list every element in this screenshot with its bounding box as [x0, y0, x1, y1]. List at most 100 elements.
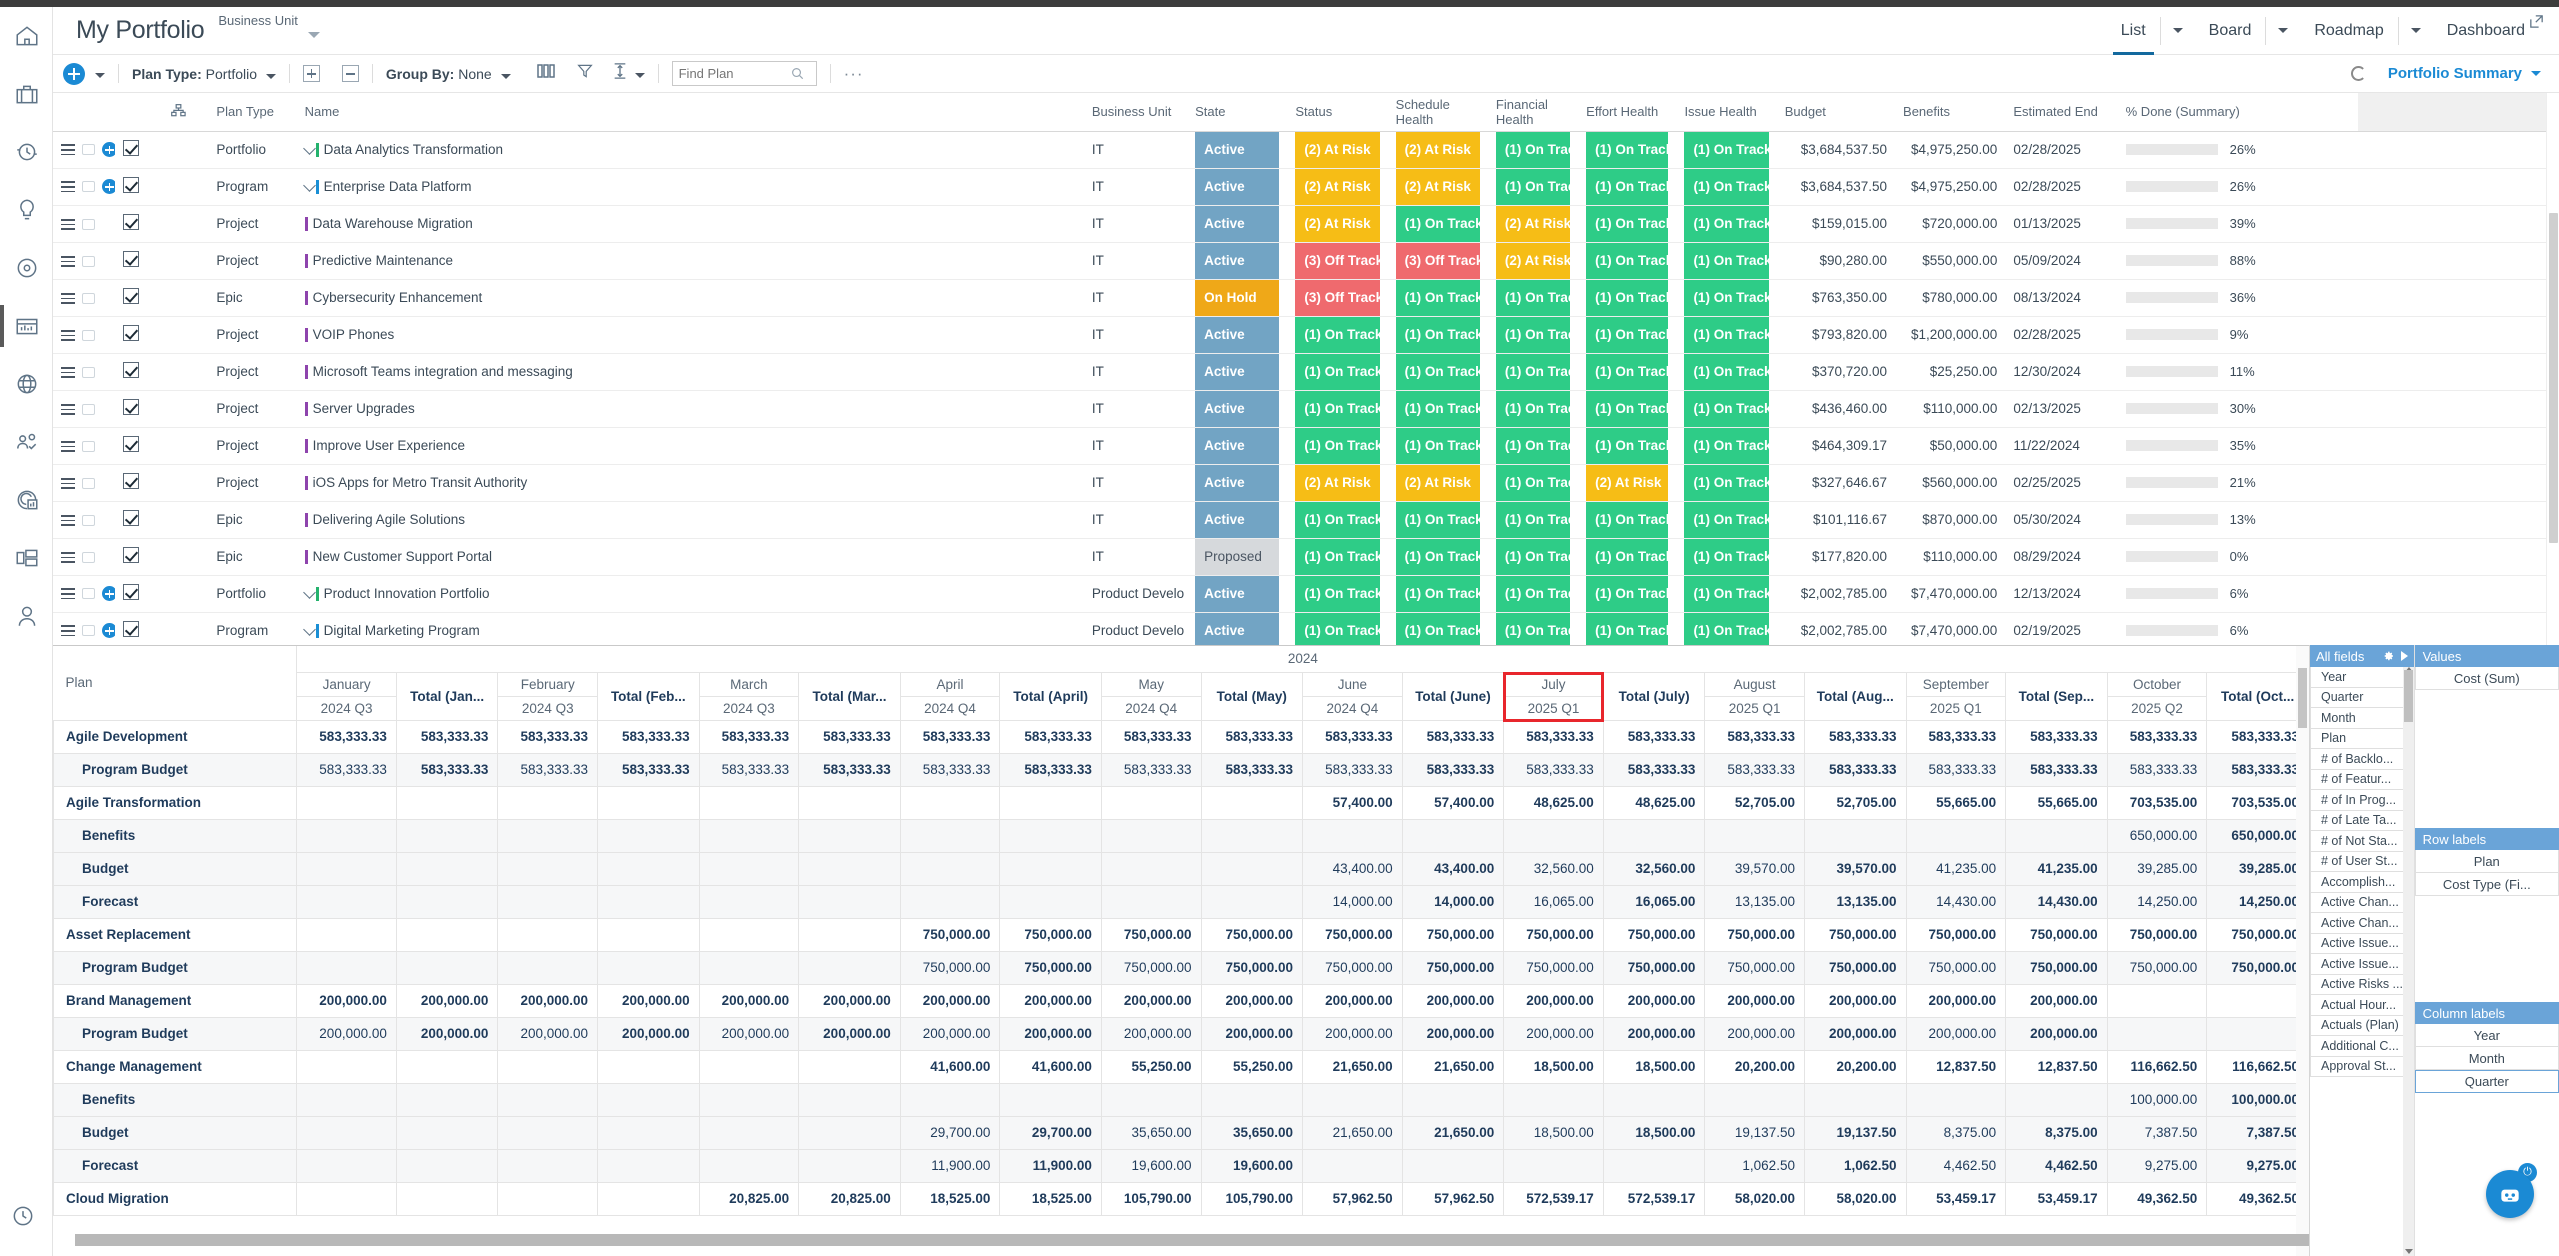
column-labels-empty-space[interactable]: [2415, 1093, 2559, 1256]
home-icon[interactable]: [0, 7, 53, 65]
row-checkbox[interactable]: [123, 547, 140, 563]
pivot-month-january[interactable]: January: [296, 671, 397, 697]
field-item[interactable]: Active Chan...: [2310, 913, 2414, 934]
row-checkbox[interactable]: [123, 436, 140, 452]
cell-name[interactable]: New Customer Support Portal: [296, 538, 1084, 576]
row-add-icon[interactable]: [102, 586, 116, 602]
pivot-row[interactable]: Brand Management 200,000.00 200,000.00 200,…: [53, 983, 2309, 1018]
chevron-down-icon[interactable]: [2531, 71, 2541, 76]
row-checkbox-cell[interactable]: [115, 538, 164, 576]
add-plan-button[interactable]: [63, 62, 85, 85]
row-checkbox[interactable]: [123, 325, 140, 341]
expand-all-button[interactable]: [302, 65, 320, 82]
row-checkbox[interactable]: [123, 362, 140, 378]
table-row[interactable]: Portfolio Data Analytics Transformation IT…: [53, 131, 2559, 169]
field-item[interactable]: Accomplish...: [2310, 872, 2414, 893]
row-checkbox[interactable]: [123, 251, 140, 267]
pivot-month-july[interactable]: July: [1503, 671, 1604, 697]
row-checkbox-cell[interactable]: [115, 612, 164, 645]
pivot-row[interactable]: Cloud Migration 20,825.00 20,825.00 18,525.…: [53, 1181, 2309, 1216]
column-label-field[interactable]: Month: [2414, 1047, 2559, 1070]
field-item[interactable]: Active Risks ...: [2310, 974, 2414, 995]
row-checkbox[interactable]: [123, 288, 140, 304]
pivot-row[interactable]: Forecast 11,900.00 11,900.00 19,600.00 19,60…: [53, 1148, 2309, 1183]
fields-scrollbar[interactable]: [2402, 667, 2414, 1256]
pivot-row[interactable]: Benefits 100,000.00 100,000.00: [53, 1082, 2309, 1117]
col-financial-health[interactable]: Financial Health: [1487, 93, 1579, 132]
row-menu-icon[interactable]: [61, 329, 75, 341]
add-plan-dropdown-icon[interactable]: [95, 65, 105, 83]
tab-board[interactable]: Board: [2195, 7, 2266, 55]
row-checkbox-cell[interactable]: [115, 168, 164, 206]
row-checkbox-cell[interactable]: [115, 464, 164, 502]
row-checkbox[interactable]: [123, 214, 140, 230]
pivot-row[interactable]: Asset Replacement 750,000.00 750,000.00 750…: [53, 917, 2309, 952]
table-row[interactable]: Program Digital Marketing Program Product …: [53, 612, 2559, 645]
row-label-field[interactable]: Plan: [2414, 850, 2559, 873]
cell-name[interactable]: Data Warehouse Migration: [296, 205, 1084, 243]
pivot-total-header[interactable]: Total (Feb...: [597, 671, 700, 721]
table-row[interactable]: Epic Delivering Agile Solutions IT Active (1…: [53, 501, 2559, 539]
row-checkbox[interactable]: [123, 177, 140, 193]
comment-icon[interactable]: [82, 366, 95, 378]
field-item[interactable]: Plan: [2310, 728, 2414, 749]
pivot-total-header[interactable]: Total (Jan...: [395, 671, 499, 721]
pivot-row[interactable]: Agile Development 583,333.33 583,333.33 583…: [53, 719, 2309, 754]
pivot-total-header[interactable]: Total (Sep...: [2005, 671, 2108, 721]
portfolio-summary-link[interactable]: Portfolio Summary: [2388, 65, 2522, 82]
cell-name[interactable]: Server Upgrades: [296, 390, 1084, 428]
field-item[interactable]: Active Chan...: [2310, 892, 2414, 913]
column-label-field[interactable]: Year: [2414, 1024, 2559, 1047]
row-menu-icon[interactable]: [61, 366, 75, 378]
col-state[interactable]: State: [1187, 93, 1288, 132]
chevron-down-icon[interactable]: [302, 623, 316, 637]
field-item[interactable]: Active Issue...: [2310, 954, 2414, 975]
more-options-button[interactable]: ···: [844, 64, 864, 84]
cell-name[interactable]: Digital Marketing Program: [296, 612, 1084, 645]
columns-icon[interactable]: [536, 64, 555, 83]
comment-icon[interactable]: [82, 292, 95, 304]
refresh-icon[interactable]: [2350, 66, 2366, 81]
field-item[interactable]: Year: [2310, 667, 2414, 688]
field-item[interactable]: # of Featur...: [2310, 769, 2414, 790]
layout-icon[interactable]: [0, 529, 53, 587]
filter-icon[interactable]: [576, 63, 593, 84]
row-checkbox-cell[interactable]: [115, 279, 164, 317]
tab-roadmap[interactable]: Roadmap: [2300, 7, 2397, 55]
field-item[interactable]: Additional C...: [2310, 1036, 2414, 1057]
header-dropdown-caret[interactable]: [307, 25, 320, 43]
comment-icon[interactable]: [82, 218, 95, 230]
values-zone[interactable]: Cost (Sum): [2414, 667, 2559, 690]
scrollbar-thumb[interactable]: [2549, 213, 2558, 543]
clock-icon[interactable]: [0, 123, 53, 181]
col-status[interactable]: Status: [1287, 93, 1388, 132]
cell-name[interactable]: Predictive Maintenance: [296, 242, 1084, 280]
pivot-row[interactable]: Program Budget 200,000.00 200,000.00 200,00…: [53, 1016, 2309, 1051]
values-field[interactable]: Cost (Sum): [2414, 667, 2559, 690]
row-checkbox-cell[interactable]: [115, 427, 164, 465]
cell-name[interactable]: Microsoft Teams integration and messagin…: [296, 353, 1084, 391]
field-item[interactable]: Active Issue...: [2310, 933, 2414, 954]
table-row[interactable]: Project VOIP Phones IT Active (1) On Track (1…: [53, 316, 2559, 354]
people-icon[interactable]: [0, 413, 53, 471]
col-benefits[interactable]: Benefits: [1895, 93, 2006, 132]
expand-arrow-icon[interactable]: [2400, 651, 2408, 661]
pivot-horizontal-scrollbar[interactable]: [53, 1232, 2330, 1248]
chevron-down-icon[interactable]: [302, 142, 316, 156]
pivot-month-august[interactable]: August: [1704, 671, 1805, 697]
portfolio-chart-icon[interactable]: [0, 297, 53, 355]
chevron-down-icon[interactable]: [500, 73, 511, 79]
pivot-total-header[interactable]: Total (May): [1200, 671, 1304, 721]
cell-name[interactable]: Cybersecurity Enhancement: [296, 279, 1084, 317]
pivot-row[interactable]: Budget 43,400.00 43,400.00 32,560.00 32,560.…: [53, 851, 2309, 886]
comment-icon[interactable]: [82, 477, 95, 489]
field-item[interactable]: # of In Prog...: [2310, 790, 2414, 811]
column-label-field[interactable]: Quarter: [2414, 1070, 2559, 1093]
globe-icon[interactable]: [0, 355, 53, 413]
field-item[interactable]: Approval St...: [2310, 1056, 2414, 1077]
table-row[interactable]: Project iOS Apps for Metro Transit Author…: [53, 464, 2559, 502]
row-menu-icon[interactable]: [61, 181, 75, 193]
row-checkbox-cell[interactable]: [115, 205, 164, 243]
table-row[interactable]: Project Server Upgrades IT Active (1) On Tra…: [53, 390, 2559, 428]
row-menu-icon[interactable]: [61, 218, 75, 230]
